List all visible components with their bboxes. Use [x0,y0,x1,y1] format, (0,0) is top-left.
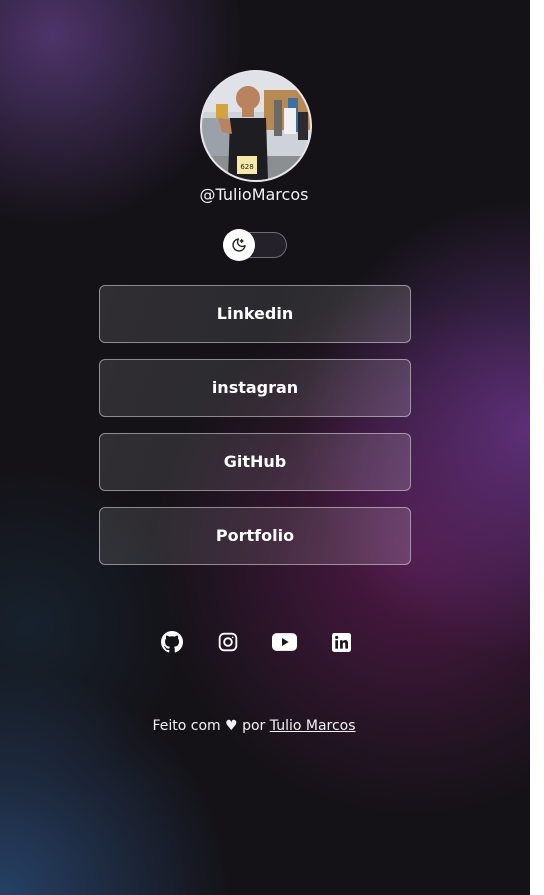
profile-username: @TulioMarcos [199,185,309,204]
link-button-github[interactable]: GitHub [99,433,411,491]
social-link-github[interactable] [160,630,184,654]
profile-avatar: 628 [200,70,312,182]
author-link[interactable]: Tulio Marcos [270,718,356,734]
social-icons [160,630,360,654]
social-link-youtube[interactable] [271,630,297,654]
linkedin-icon [331,632,351,652]
link-button-linkedin[interactable]: Linkedin [99,285,411,343]
social-link-linkedin[interactable] [329,630,353,654]
link-button-instagram[interactable]: instagran [99,359,411,417]
links-list: Linkedin instagran GitHub Portfolio [99,285,411,581]
footer-text: Feito com ♥ por [152,718,270,734]
social-link-instagram[interactable] [216,630,240,654]
theme-toggle[interactable] [223,229,287,261]
moon-icon [232,238,246,252]
youtube-icon [271,633,297,651]
link-button-portfolio[interactable]: Portfolio [99,507,411,565]
footer-credit: Feito com ♥ por Tulio Marcos [0,716,508,736]
toggle-knob [223,229,255,261]
svg-text:628: 628 [240,163,253,171]
github-icon [161,631,183,653]
instagram-icon [218,632,238,652]
profile-photo-icon: 628 [202,72,310,180]
link-tree-page: 628 @TulioMarcos Linkedin instagran GitH… [0,0,530,895]
